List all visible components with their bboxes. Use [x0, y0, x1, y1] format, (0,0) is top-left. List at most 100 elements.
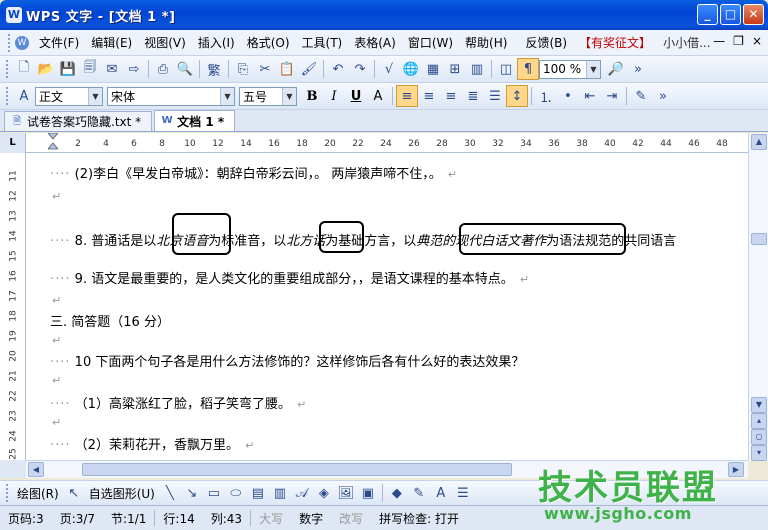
arrow-icon[interactable]: ↘ — [181, 482, 203, 504]
line-style-icon[interactable]: ☰ — [452, 482, 474, 504]
scroll-up-icon[interactable]: ▲ — [751, 134, 767, 150]
columns-icon[interactable]: ▥ — [466, 58, 488, 80]
line-spacing-icon[interactable]: ↕ — [506, 85, 528, 107]
format-painter-icon[interactable]: 🖌 — [298, 58, 320, 80]
promo-link[interactable]: 【有奖征文】 — [573, 34, 657, 51]
cut-icon[interactable]: ✂ — [254, 58, 276, 80]
print-preview-icon[interactable]: 🔍 — [174, 58, 196, 80]
clipart-icon[interactable]: ▣ — [357, 482, 379, 504]
text-line[interactable]: ···· (2)李白《早发白帝城》：朝辞白帝彩云间，。 两岸猿声啼不住，。 ↵ — [50, 163, 457, 182]
doc-minimize-button[interactable]: — — [713, 34, 725, 48]
status-spellcheck[interactable]: 拼写检查: 打开 — [371, 510, 467, 527]
empty-line[interactable]: ↵ — [50, 333, 61, 348]
line-color-icon[interactable]: ✎ — [408, 482, 430, 504]
font-color-draw-icon[interactable]: A — [430, 482, 452, 504]
tab-document-1[interactable]: W 文档 1 * — [154, 110, 236, 131]
section-heading[interactable]: 三. 简答题（16 分） — [50, 311, 170, 330]
distributed-align-icon[interactable]: ☰ — [484, 85, 506, 107]
draw-menu-button[interactable]: 绘图(R) — [13, 485, 63, 502]
justify-icon[interactable]: ≣ — [462, 85, 484, 107]
menu-insert[interactable]: 插入(I) — [192, 34, 241, 51]
menu-window[interactable]: 窗口(W) — [402, 34, 459, 51]
decrease-indent-icon[interactable]: ⇤ — [579, 85, 601, 107]
menu-help[interactable]: 帮助(H) — [459, 34, 513, 51]
select-pointer-icon[interactable]: ↖ — [63, 482, 85, 504]
tab-txt-document[interactable]: 🗎 试卷答案巧隐藏.txt * — [4, 111, 153, 131]
menu-format[interactable]: 格式(O) — [241, 34, 296, 51]
empty-line[interactable]: ↵ — [50, 415, 61, 430]
status-num[interactable]: 数字 — [291, 510, 331, 527]
print-icon[interactable]: ⎙ — [152, 58, 174, 80]
tab-stop-selector[interactable]: L — [0, 133, 26, 153]
view-mode-buttons[interactable] — [0, 460, 26, 478]
numbered-list-icon[interactable]: ⒈ — [535, 85, 557, 107]
zoom-select[interactable]: 100 % ▼ — [539, 59, 601, 79]
minimize-button[interactable]: _ — [697, 4, 718, 25]
font-color-icon[interactable]: A — [367, 85, 389, 107]
save-icon[interactable]: 💾 — [57, 58, 79, 80]
save-all-icon[interactable]: 🗐 — [79, 58, 101, 80]
menu-view[interactable]: 视图(V) — [138, 34, 192, 51]
find-replace-icon[interactable]: 🔎 — [605, 58, 627, 80]
user-link[interactable]: 小小借... — [657, 34, 716, 51]
align-center-icon[interactable]: ≡ — [418, 85, 440, 107]
document-page[interactable]: ···· (2)李白《早发白帝城》：朝辞白帝彩云间，。 两岸猿声啼不住，。 ↵ … — [26, 153, 748, 460]
wordart-icon[interactable]: 𝒜 — [291, 482, 313, 504]
align-left-icon[interactable]: ≡ — [396, 85, 418, 107]
menu-edit[interactable]: 编辑(E) — [85, 34, 138, 51]
undo-icon[interactable]: ↶ — [327, 58, 349, 80]
more-format-icon[interactable]: » — [652, 85, 674, 107]
menu-file[interactable]: 文件(F) — [33, 34, 85, 51]
next-page-icon[interactable]: ▾ — [751, 445, 767, 461]
empty-line[interactable]: ↵ — [50, 189, 61, 204]
toolbar-grip-handle[interactable] — [6, 484, 9, 502]
fill-color-icon[interactable]: ◆ — [386, 482, 408, 504]
autoshapes-menu-button[interactable]: 自选图形(U) — [85, 485, 159, 502]
insert-picture-icon[interactable]: 🖼 — [335, 482, 357, 504]
new-document-icon[interactable]: 🗋 — [13, 58, 35, 80]
paste-icon[interactable]: 📋 — [276, 58, 298, 80]
horizontal-scrollbar[interactable]: ◀ ▶ — [26, 460, 748, 478]
export-pdf-icon[interactable]: ⇨ — [123, 58, 145, 80]
table-icon[interactable]: ▦ — [422, 58, 444, 80]
empty-line[interactable]: ↵ — [50, 373, 61, 388]
menubar-grip-handle[interactable] — [8, 33, 11, 52]
doc-close-button[interactable]: × — [752, 34, 762, 48]
show-paragraph-marks-icon[interactable]: ¶ — [517, 58, 539, 80]
scroll-down-icon[interactable]: ▼ — [751, 397, 767, 413]
diagram-icon[interactable]: ◈ — [313, 482, 335, 504]
style-select[interactable]: 正文 ▼ — [35, 86, 103, 106]
align-right-icon[interactable]: ≡ — [440, 85, 462, 107]
underline-icon[interactable]: U — [345, 85, 367, 107]
indent-marker-icon[interactable] — [48, 133, 58, 151]
italic-icon[interactable]: I — [323, 85, 345, 107]
status-page[interactable]: 页:3/7 — [52, 510, 103, 527]
horizontal-ruler[interactable]: 2 4 6 8 10 12 14 16 18 20 22 24 26 28 30… — [26, 133, 748, 153]
vertical-scrollbar[interactable]: ▲ ▼ ▴ ○ ▾ — [748, 133, 768, 461]
doc-restore-button[interactable]: ❐ — [733, 34, 744, 48]
scroll-left-icon[interactable]: ◀ — [28, 462, 44, 477]
bold-icon[interactable]: B — [301, 85, 323, 107]
vertical-ruler[interactable]: 11 12 13 14 15 16 17 18 19 20 21 22 23 2… — [0, 153, 26, 460]
toolbar-grip-handle[interactable] — [6, 60, 9, 78]
select-browse-object-icon[interactable]: ○ — [751, 429, 767, 445]
traditional-chinese-icon[interactable]: 繁 — [203, 58, 225, 80]
menu-feedback[interactable]: 反馈(B) — [519, 34, 573, 51]
line-icon[interactable]: ╲ — [159, 482, 181, 504]
maximize-button[interactable]: □ — [720, 4, 741, 25]
previous-page-icon[interactable]: ▴ — [751, 413, 767, 429]
status-caps[interactable]: 大写 — [251, 510, 291, 527]
formula-icon[interactable]: √ — [378, 58, 400, 80]
more-tools-icon[interactable]: » — [627, 58, 649, 80]
status-overwrite[interactable]: 改写 — [331, 510, 371, 527]
email-icon[interactable]: ✉ — [101, 58, 123, 80]
highlight-icon[interactable]: ✎ — [630, 85, 652, 107]
rectangle-icon[interactable]: ▭ — [203, 482, 225, 504]
textbox-icon[interactable]: ▤ — [247, 482, 269, 504]
text-line[interactable]: ···· （1）高粱涨红了脸，稻子笑弯了腰。 ↵ — [50, 393, 306, 412]
redo-icon[interactable]: ↷ — [349, 58, 371, 80]
bulleted-list-icon[interactable]: • — [557, 85, 579, 107]
vertical-textbox-icon[interactable]: ▥ — [269, 482, 291, 504]
copy-icon[interactable]: ⎘ — [232, 58, 254, 80]
hyperlink-icon[interactable]: 🌐 — [400, 58, 422, 80]
